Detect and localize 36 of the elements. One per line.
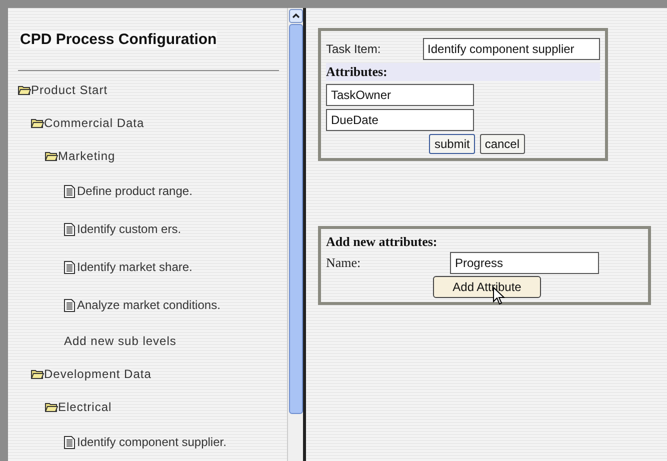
folder-icon — [45, 150, 58, 160]
name-field[interactable]: Progress — [450, 252, 599, 274]
add-attributes-heading: Add new attributes: — [326, 233, 438, 251]
tree-folder-label[interactable]: Marketing — [58, 146, 116, 164]
folder-icon — [31, 118, 44, 128]
folder-icon — [31, 368, 44, 378]
tree-folder-label[interactable]: Product Start — [31, 80, 108, 98]
tree-item-label[interactable]: Define product range. — [77, 182, 192, 200]
tree-folder-label[interactable]: Development Data — [44, 364, 152, 382]
tree-folder-label[interactable]: Commercial Data — [44, 114, 144, 132]
task-item-field[interactable]: Identify component supplier — [422, 38, 600, 60]
document-icon — [64, 222, 75, 236]
task-item-label: Task Item: — [326, 41, 382, 58]
attribute-field[interactable]: TaskOwner — [326, 84, 474, 106]
add-attribute-button[interactable]: Add Attribute — [433, 276, 541, 298]
document-icon — [64, 298, 75, 312]
tree-item-label[interactable]: Identify custom ers. — [77, 220, 182, 238]
document-icon — [64, 260, 75, 274]
attributes-heading: Attributes: — [326, 63, 388, 82]
submit-button[interactable]: submit — [429, 134, 475, 154]
document-icon — [64, 436, 75, 448]
document-icon — [64, 184, 75, 198]
sidebar-title: CPD Process Configuration — [20, 31, 217, 48]
scrollbar[interactable] — [287, 8, 303, 461]
folder-icon — [45, 402, 58, 412]
tree-item-label[interactable]: Identify component supplier. — [77, 433, 226, 451]
scroll-up-icon[interactable] — [288, 9, 302, 23]
scroll-thumb[interactable] — [288, 24, 302, 414]
attribute-field[interactable]: DueDate — [326, 109, 474, 131]
name-label: Name: — [326, 254, 362, 272]
cancel-button[interactable]: cancel — [480, 134, 525, 154]
tree-folder-label[interactable]: Electrical — [58, 398, 112, 416]
tree-item-label[interactable]: Analyze market conditions. — [77, 296, 220, 314]
tree-item-label[interactable]: Identify market share. — [77, 258, 192, 276]
add-sublevel-link[interactable]: Add new sub levels — [64, 332, 176, 350]
folder-icon — [18, 84, 31, 94]
